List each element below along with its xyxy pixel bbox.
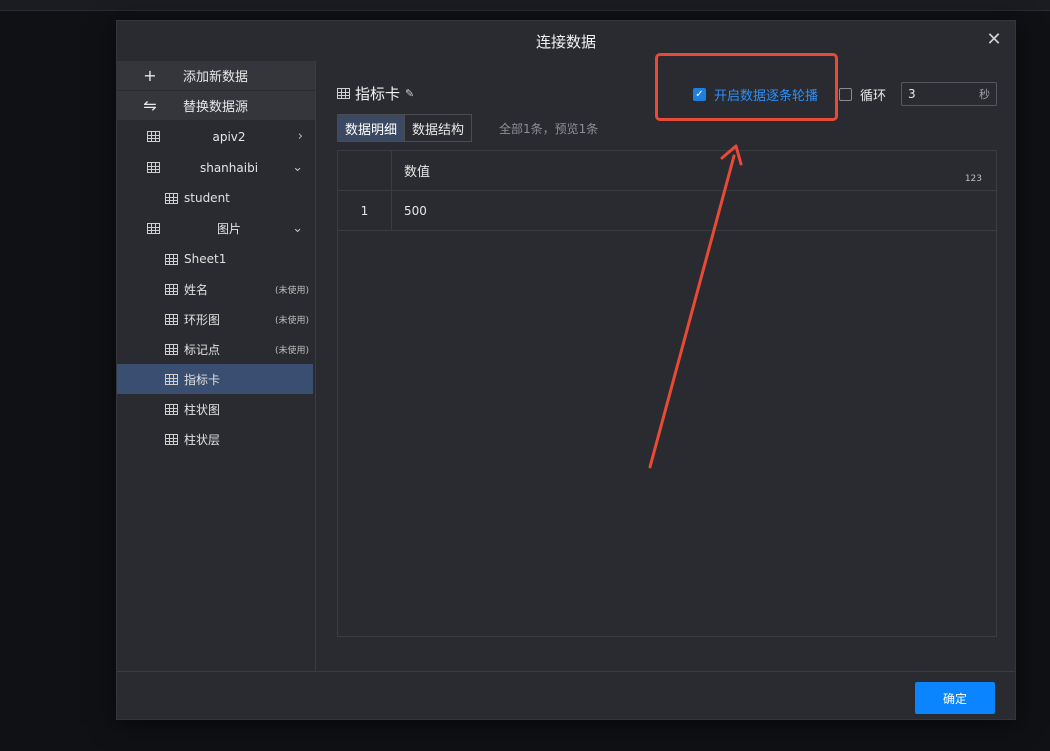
source-images[interactable]: 图片 ⌄ bbox=[117, 213, 315, 244]
seconds-value[interactable]: 3 bbox=[908, 87, 916, 101]
add-new-data-label: 添加新数据 bbox=[183, 70, 249, 85]
replace-data-source-label: 替换数据源 bbox=[183, 100, 249, 115]
replace-data-source-button[interactable]: ⇋ 替换数据源 bbox=[117, 91, 315, 121]
sheet-icon bbox=[337, 88, 350, 99]
sheet-icon bbox=[165, 192, 178, 204]
sheet-item-sheet1[interactable]: Sheet1 bbox=[117, 244, 315, 274]
swap-icon: ⇋ bbox=[143, 96, 157, 115]
sheet-item-donut[interactable]: 环形图 (未使用) bbox=[117, 304, 315, 334]
plus-icon: + bbox=[143, 66, 157, 85]
table-row: 1 500 bbox=[338, 191, 996, 231]
seconds-unit: 秒 bbox=[979, 88, 990, 101]
sheet-item-bar-layer[interactable]: 柱状层 bbox=[117, 424, 315, 454]
sheet-item-kpi-card[interactable]: 指标卡 bbox=[117, 364, 313, 394]
source-shanhaibi[interactable]: shanhaibi ⌄ bbox=[117, 152, 315, 183]
sheet-icon bbox=[165, 433, 178, 445]
source-apiv2[interactable]: apiv2 › bbox=[117, 121, 315, 152]
tab-data-detail[interactable]: 数据明细 bbox=[338, 115, 405, 141]
checkbox-checked-icon[interactable]: ✓ bbox=[693, 88, 706, 101]
background-toolbar-strip bbox=[0, 0, 1050, 11]
sheet-title: 指标卡 ✎ bbox=[337, 83, 414, 104]
seconds-input[interactable]: 3 秒 bbox=[901, 82, 997, 106]
column-header-value: 数值 123 bbox=[392, 151, 996, 190]
checkbox-unchecked-icon[interactable] bbox=[839, 88, 852, 101]
sheet-icon bbox=[165, 343, 178, 355]
sheet-label: 指标卡 bbox=[184, 372, 221, 387]
row-value: 500 bbox=[404, 203, 427, 218]
sheet-label: student bbox=[184, 191, 230, 205]
rotate-data-checkbox[interactable]: ✓ 开启数据逐条轮播 bbox=[693, 85, 818, 104]
table-icon bbox=[146, 223, 160, 234]
index-header-cell bbox=[338, 151, 392, 190]
loop-checkbox[interactable]: 循环 bbox=[839, 85, 886, 104]
sheet-item-markers[interactable]: 标记点 (未使用) bbox=[117, 334, 315, 364]
sheet-label: 姓名 bbox=[184, 282, 209, 297]
row-count-summary: 全部1条，预览1条 bbox=[499, 122, 599, 136]
chevron-down-icon[interactable]: ⌄ bbox=[292, 160, 303, 175]
sheet-label: 柱状层 bbox=[184, 432, 221, 447]
table-header: 数值 123 bbox=[338, 151, 996, 191]
dialog-title: 连接数据 bbox=[535, 32, 596, 51]
row-index: 1 bbox=[338, 191, 392, 230]
close-icon[interactable]: ✕ bbox=[985, 31, 1003, 49]
table-icon bbox=[146, 162, 160, 173]
tab-data-structure[interactable]: 数据结构 bbox=[404, 115, 471, 141]
confirm-button[interactable]: 确定 bbox=[915, 682, 995, 714]
data-table: 数值 123 1 500 bbox=[337, 150, 997, 637]
source-label: apiv2 bbox=[212, 129, 246, 144]
sheet-icon bbox=[165, 313, 178, 325]
sheet-item-student[interactable]: student bbox=[117, 183, 315, 213]
sheet-icon bbox=[165, 403, 178, 415]
data-source-sidebar: + 添加新数据 ⇋ 替换数据源 apiv2 › shanhaibi ⌄ stud… bbox=[117, 61, 316, 671]
column-header-label: 数值 bbox=[404, 165, 431, 180]
sheet-icon bbox=[165, 283, 178, 295]
unused-tag: (未使用) bbox=[274, 315, 309, 326]
rotate-data-label: 开启数据逐条轮播 bbox=[714, 89, 819, 104]
dialog-footer: 确定 bbox=[117, 671, 1015, 721]
chevron-right-icon[interactable]: › bbox=[298, 129, 303, 144]
source-label: 图片 bbox=[216, 222, 241, 236]
sheet-icon bbox=[165, 373, 178, 385]
unused-tag: (未使用) bbox=[274, 345, 309, 356]
sheet-icon bbox=[165, 253, 178, 265]
sheet-label: Sheet1 bbox=[184, 252, 227, 266]
dialog-header: 连接数据 ✕ bbox=[117, 21, 1015, 61]
sheet-title-label: 指标卡 bbox=[355, 85, 401, 103]
edit-icon[interactable]: ✎ bbox=[405, 87, 414, 100]
table-icon bbox=[146, 131, 160, 142]
unused-tag: (未使用) bbox=[274, 285, 309, 296]
sheet-item-name[interactable]: 姓名 (未使用) bbox=[117, 274, 315, 304]
loop-label: 循环 bbox=[860, 89, 887, 104]
sheet-label: 柱状图 bbox=[184, 402, 221, 417]
sheet-item-bar-chart[interactable]: 柱状图 bbox=[117, 394, 315, 424]
number-type-icon: 123 bbox=[964, 174, 982, 184]
add-new-data-button[interactable]: + 添加新数据 bbox=[117, 61, 315, 91]
source-label: shanhaibi bbox=[199, 160, 259, 175]
sheet-label: 标记点 bbox=[184, 342, 221, 357]
chevron-down-icon[interactable]: ⌄ bbox=[292, 221, 303, 236]
connect-data-dialog: 连接数据 ✕ + 添加新数据 ⇋ 替换数据源 apiv2 › shanhaibi… bbox=[116, 20, 1016, 720]
sheet-label: 环形图 bbox=[184, 312, 221, 327]
data-preview-panel: 指标卡 ✎ ✓ 开启数据逐条轮播 循环 3 秒 数据明细 数据结构 全部1条，预… bbox=[317, 61, 1017, 671]
view-tabs: 数据明细 数据结构 bbox=[337, 114, 473, 142]
